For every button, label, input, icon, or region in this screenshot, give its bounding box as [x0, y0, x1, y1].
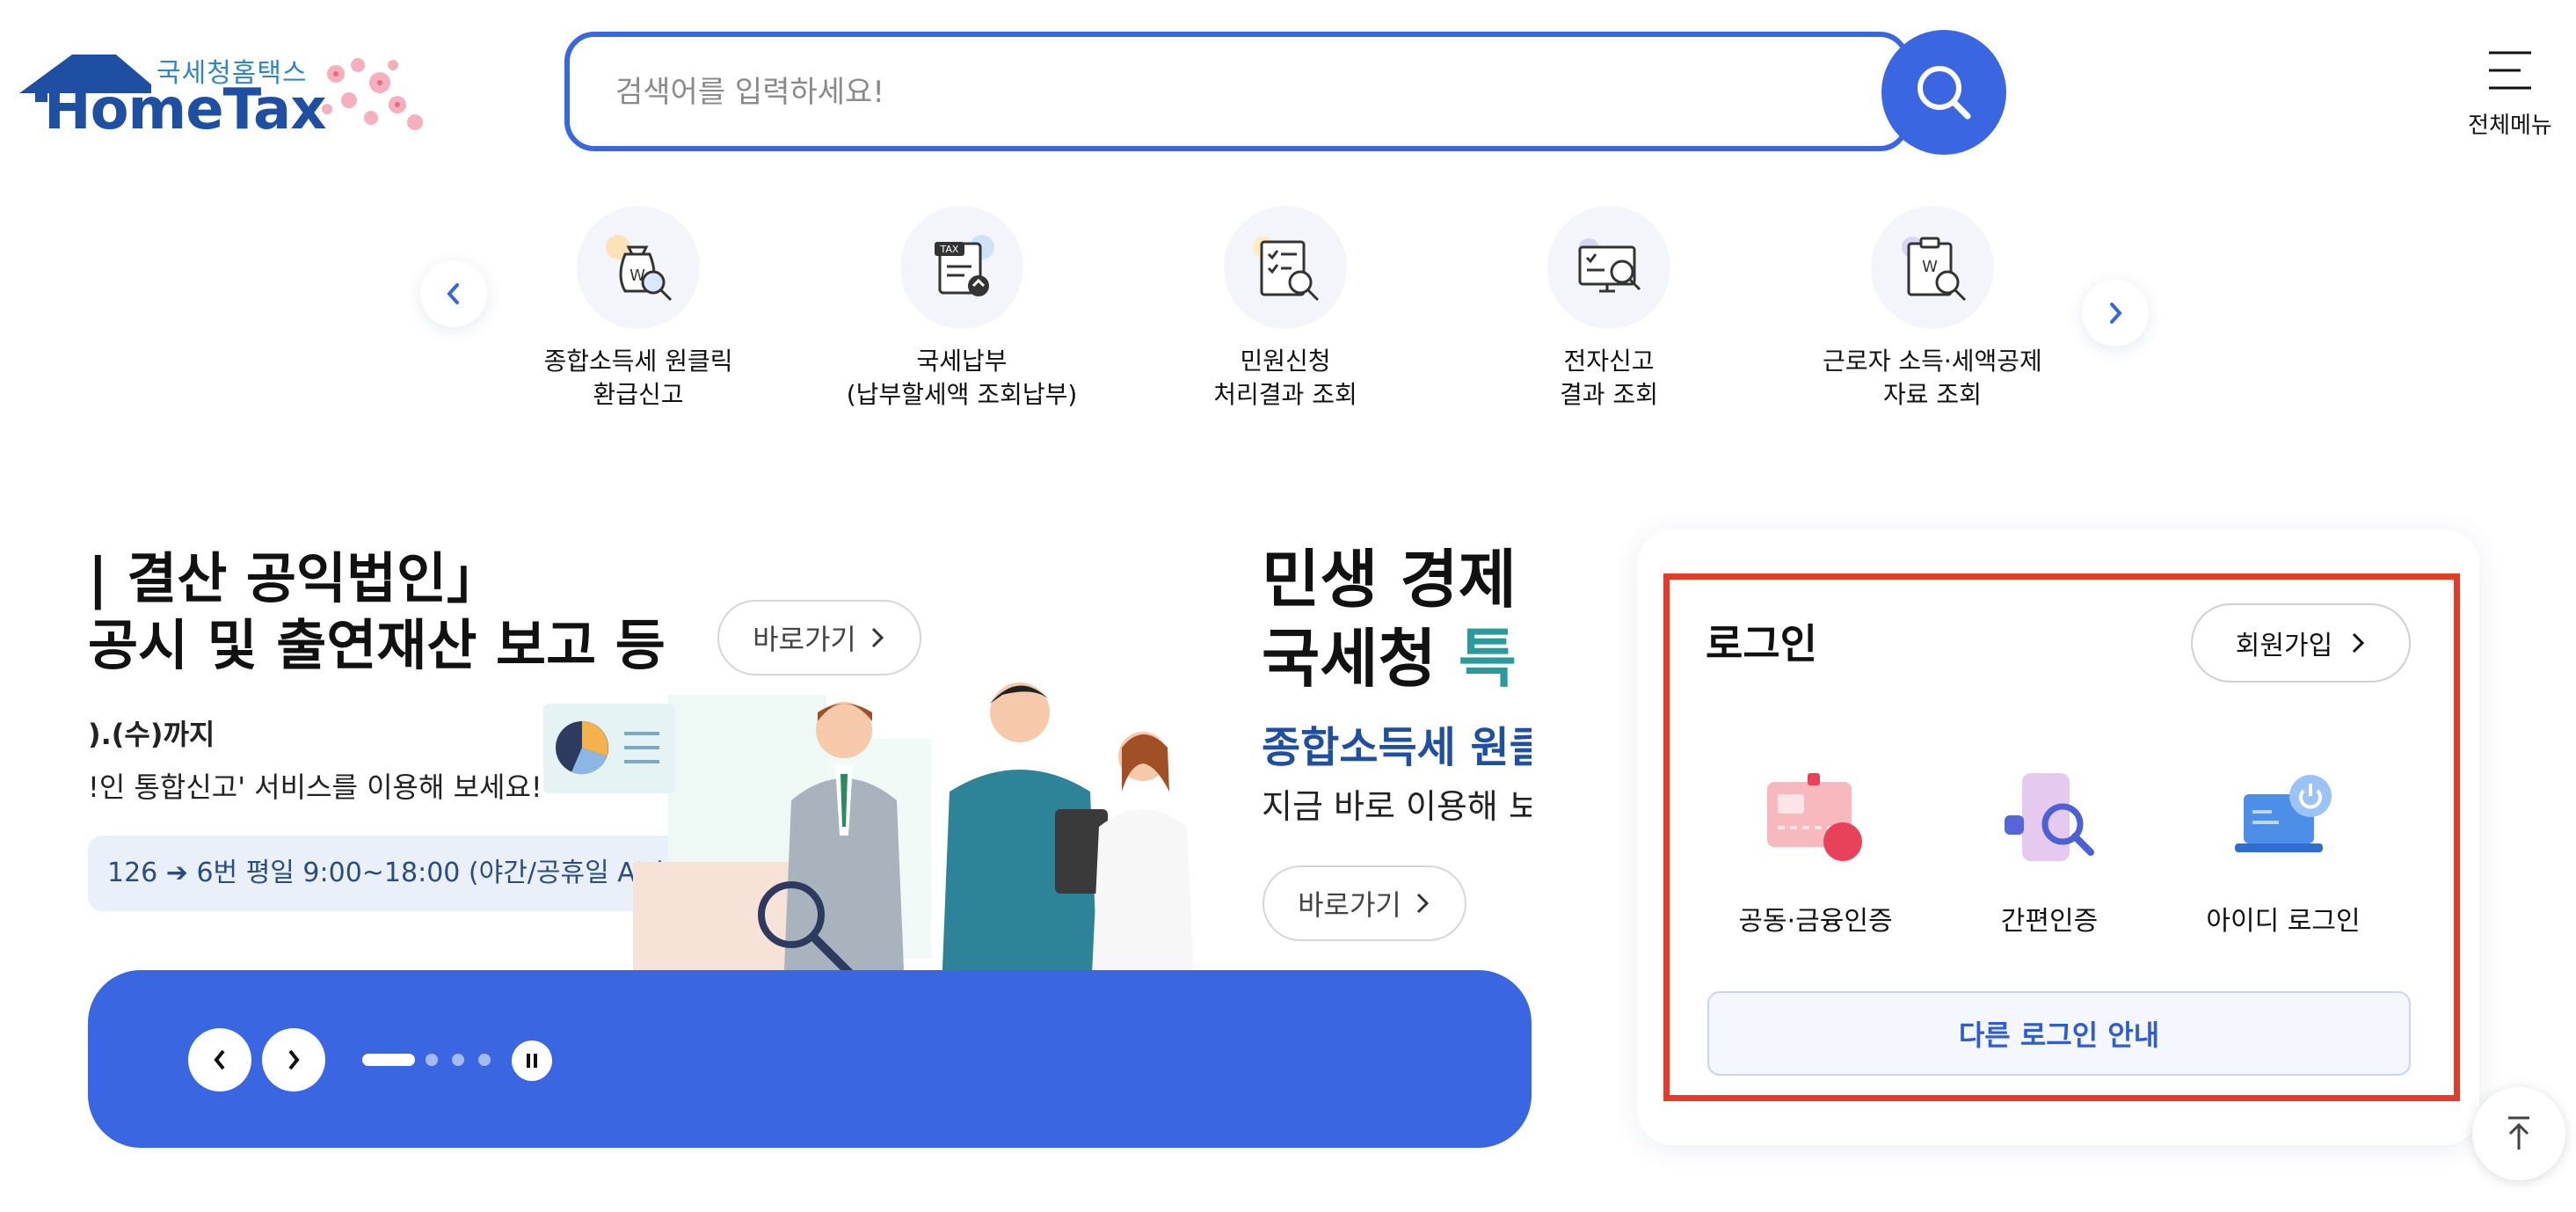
- hamburger-icon: [2489, 51, 2531, 90]
- quick-menu-prev-button[interactable]: [420, 260, 487, 327]
- certificate-login-label: 공동·금융인증: [1738, 906, 1893, 937]
- quick-menu-label: 민원신청: [1240, 347, 1331, 376]
- quick-menu-label: 자료 조회: [1883, 380, 1982, 409]
- cherry-blossom-icon: [322, 58, 423, 130]
- chevron-right-icon: [1416, 893, 1429, 914]
- quick-menu-label: 전자신고: [1563, 347, 1655, 376]
- login-title: 로그인: [1706, 620, 1817, 668]
- other-login-label: 다른 로그인 안내: [1958, 1019, 2160, 1052]
- svg-text:W: W: [1922, 258, 1938, 276]
- svg-text:TAX: TAX: [940, 244, 959, 255]
- certificate-login-option[interactable]: 공동·금융인증: [1706, 756, 1925, 938]
- monitor-search-icon: [1547, 206, 1670, 329]
- search-button[interactable]: [1881, 30, 2006, 155]
- pause-icon: [527, 1054, 537, 1068]
- banner-page-indicator[interactable]: [452, 1054, 464, 1066]
- banner-page-indicator[interactable]: [478, 1054, 491, 1066]
- go-button-label: 바로가기: [753, 623, 856, 656]
- banner-page-indicator[interactable]: [426, 1054, 438, 1066]
- banner2-go-button[interactable]: 바로가기: [1263, 865, 1466, 941]
- id-login-option[interactable]: 아이디 로그인: [2173, 756, 2393, 938]
- banner2-title-line2: 국세청: [1262, 622, 1459, 696]
- other-login-info-button[interactable]: 다른 로그인 안내: [1707, 991, 2411, 1076]
- quick-menu-label: (납부할세액 조회납부): [846, 380, 1078, 409]
- chevron-right-icon: [288, 1049, 300, 1070]
- mobile-auth-icon: [2005, 773, 2094, 861]
- quick-menu-item[interactable]: W 종합소득세 원클릭환급신고: [506, 206, 770, 412]
- scroll-top-button[interactable]: [2472, 1087, 2565, 1180]
- full-menu-label: 전체메뉴: [2468, 113, 2552, 139]
- logo-english-text: HomeTax: [44, 77, 326, 142]
- banner-next-button[interactable]: [262, 1028, 325, 1092]
- chevron-left-icon: [447, 283, 459, 304]
- quick-menu-item[interactable]: TAX 국세납부 (납부할세액 조회납부): [830, 206, 1094, 412]
- simple-auth-option[interactable]: 간편인증: [1939, 756, 2159, 938]
- checklist-search-icon: [1224, 206, 1347, 329]
- quick-menu-item[interactable]: W 근로자 소득·세액공제자료 조회: [1801, 206, 2064, 412]
- search-input[interactable]: [614, 63, 1804, 121]
- banner-title-line1: | 결산 공익법인」: [88, 546, 502, 610]
- quick-menu-item[interactable]: 민원신청처리결과 조회: [1153, 206, 1417, 412]
- banner2-title-highlight: 특: [1458, 622, 1517, 696]
- sign-up-label: 회원가입: [2235, 631, 2333, 661]
- banner-desc: !인 통합신고' 서비스를 이용해 보세요!: [88, 770, 542, 804]
- quick-menu-label: 환급신고: [593, 380, 684, 409]
- full-menu-button[interactable]: 전체메뉴: [2462, 49, 2558, 141]
- banner2-sub: 종합소득세 원클: [1262, 723, 1532, 772]
- banner2-title-line1: 민생 경제: [1262, 543, 1517, 617]
- banner-pause-button[interactable]: [512, 1040, 552, 1081]
- chevron-right-icon: [871, 627, 884, 648]
- banner-slide-2[interactable]: 민생 경제 국세청 특: [1262, 540, 1532, 698]
- arrow-up-icon: [2508, 1116, 2529, 1150]
- quick-menu-label: 근로자 소득·세액공제: [1823, 347, 2042, 376]
- id-login-label: 아이디 로그인: [2206, 906, 2361, 937]
- sign-up-button[interactable]: 회원가입: [2191, 603, 2411, 683]
- quick-menu-label: 결과 조회: [1560, 380, 1658, 409]
- chevron-left-icon: [214, 1049, 225, 1070]
- tax-document-upload-icon: TAX: [900, 206, 1023, 329]
- search-icon: [1917, 66, 1971, 120]
- banner-prev-button[interactable]: [188, 1028, 251, 1092]
- quick-menu-next-button[interactable]: [2082, 280, 2149, 347]
- hometax-logo[interactable]: 국세청홈택스 HomeTax: [19, 47, 441, 153]
- quick-menu-item[interactable]: 전자신고결과 조회: [1477, 206, 1741, 412]
- banner-page-indicator[interactable]: [362, 1054, 415, 1066]
- go-button-label: 바로가기: [1298, 888, 1401, 922]
- clipboard-won-search-icon: W: [1871, 206, 1994, 329]
- certificate-card-icon: [1767, 773, 1862, 861]
- laptop-login-icon: [2235, 775, 2332, 852]
- chevron-right-icon: [2353, 632, 2365, 653]
- banner-control-bar: [88, 970, 1532, 1148]
- quick-menu-label: 종합소득세 원클릭: [543, 347, 733, 376]
- banner-date: ).(수)까지: [88, 718, 215, 751]
- search-box: [564, 32, 1910, 151]
- simple-auth-label: 간편인증: [2000, 906, 2099, 937]
- chevron-right-icon: [2110, 303, 2122, 324]
- banner2-desc: 지금 바로 이용해 보: [1262, 787, 1532, 826]
- money-bag-search-icon: W: [577, 206, 700, 329]
- quick-menu-label: 국세납부: [916, 347, 1008, 376]
- quick-menu-label: 처리결과 조회: [1213, 380, 1357, 409]
